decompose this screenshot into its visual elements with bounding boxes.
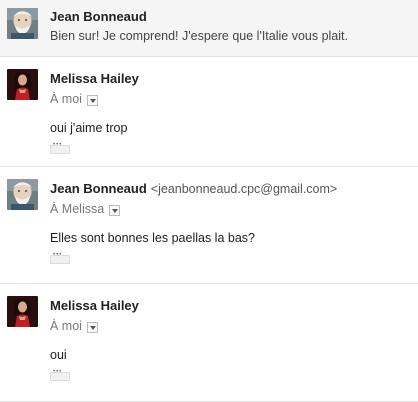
avatar [7, 179, 38, 210]
message-body: Elles sont bonnes les paellas la bas? [50, 231, 255, 245]
chevron-down-icon[interactable] [86, 321, 98, 333]
message-body: oui [50, 348, 67, 362]
sender-name: Melissa Hailey [50, 298, 139, 313]
avatar [7, 8, 38, 39]
message: Melissa Hailey À moi oui j'aime trop [0, 57, 418, 167]
recipient-line: À moi [50, 92, 98, 106]
sender-email: <jeanbonneaud.cpc@gmail.com> [150, 182, 338, 196]
message-snippet: Bien sur! Je comprend! J'espere que l'It… [50, 29, 348, 43]
recipient-line: À Melissa [50, 202, 121, 216]
recipient-label: À moi [50, 92, 82, 106]
message: Jean Bonneaud <jeanbonneaud.cpc@gmail.com… [0, 167, 418, 284]
message-body: oui j'aime trop [50, 121, 128, 135]
chevron-down-icon[interactable] [86, 94, 98, 106]
ellipsis-icon[interactable] [50, 142, 70, 154]
message: Melissa Hailey À moi oui [0, 284, 418, 402]
ellipsis-icon[interactable] [50, 369, 70, 381]
avatar [7, 296, 38, 327]
recipient-label: À Melissa [50, 202, 105, 216]
sender-name: Jean Bonneaud [50, 9, 147, 24]
collapsed-message[interactable]: Jean Bonneaud Bien sur! Je comprend! J'e… [0, 0, 418, 57]
recipient-line: À moi [50, 319, 98, 333]
sender-name: Melissa Hailey [50, 71, 139, 86]
sender-name: Jean Bonneaud <jeanbonneaud.cpc@gmail.com… [50, 181, 337, 196]
recipient-label: À moi [50, 319, 82, 333]
avatar [7, 69, 38, 100]
chevron-down-icon[interactable] [109, 204, 121, 216]
ellipsis-icon[interactable] [50, 252, 70, 264]
sender-name-text: Jean Bonneaud [50, 181, 147, 196]
